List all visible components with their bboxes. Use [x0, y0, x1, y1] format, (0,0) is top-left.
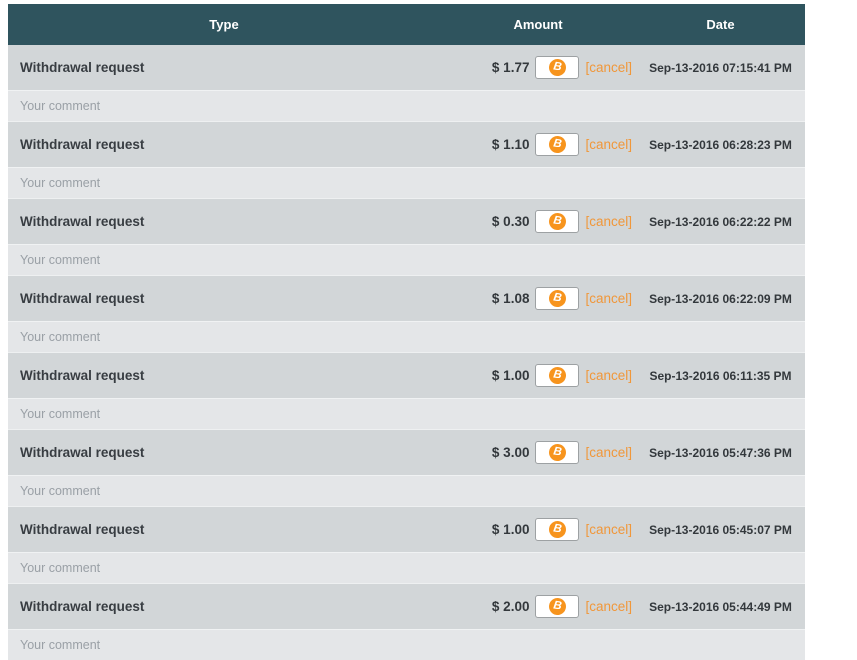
table-row: Withdrawal request $ 1.10 B [cancel] Sep…: [8, 121, 805, 167]
comment-placeholder: Your comment: [20, 253, 101, 267]
cancel-link[interactable]: [cancel]: [585, 214, 632, 229]
cancel-link[interactable]: [cancel]: [585, 60, 632, 75]
transaction-type-label: Withdrawal request: [20, 445, 145, 460]
transaction-type-label: Withdrawal request: [20, 137, 145, 152]
bitcoin-icon: B: [547, 442, 568, 463]
amount-value: $ 1.00: [491, 522, 530, 537]
bitcoin-icon: B: [547, 57, 568, 78]
amount-value: $ 1.00: [491, 368, 530, 383]
amount-value: $ 0.30: [491, 214, 530, 229]
table-body: Withdrawal request $ 1.77 B [cancel] Sep…: [8, 45, 805, 660]
amount-value: $ 3.00: [491, 445, 530, 460]
bitcoin-icon: B: [547, 519, 568, 540]
transactions-table: Type Amount Date Withdrawal request $ 1.…: [8, 4, 805, 660]
bitcoin-payment-button[interactable]: B: [535, 287, 580, 310]
bitcoin-icon: B: [547, 211, 568, 232]
bitcoin-payment-button[interactable]: B: [535, 441, 580, 464]
bitcoin-icon: B: [547, 596, 568, 617]
bitcoin-icon: B: [547, 288, 568, 309]
transaction-date: Sep-13-2016 06:22:22 PM: [649, 214, 792, 229]
table-row: Withdrawal request $ 1.08 B [cancel] Sep…: [8, 275, 805, 321]
bitcoin-payment-button[interactable]: B: [535, 56, 580, 79]
comment-placeholder: Your comment: [20, 99, 101, 113]
cancel-link[interactable]: [cancel]: [585, 368, 632, 383]
bitcoin-payment-button[interactable]: B: [535, 133, 580, 156]
amount-value: $ 1.77: [491, 60, 530, 75]
amount-cell: $ 1.10 B [cancel]: [440, 133, 636, 156]
column-header-amount: Amount: [513, 17, 563, 32]
column-header-date: Date: [706, 17, 735, 32]
transaction-type-label: Withdrawal request: [20, 522, 145, 537]
transaction-type-label: Withdrawal request: [20, 60, 145, 75]
comment-row: Your comment: [8, 629, 805, 660]
table-row: Withdrawal request $ 2.00 B [cancel] Sep…: [8, 583, 805, 629]
amount-cell: $ 2.00 B [cancel]: [440, 595, 636, 618]
table-row: Withdrawal request $ 0.30 B [cancel] Sep…: [8, 198, 805, 244]
comment-placeholder: Your comment: [20, 330, 101, 344]
transaction-date: Sep-13-2016 05:44:49 PM: [649, 599, 792, 614]
comment-row: Your comment: [8, 167, 805, 198]
table-row: Withdrawal request $ 1.77 B [cancel] Sep…: [8, 45, 805, 90]
bitcoin-payment-button[interactable]: B: [535, 595, 580, 618]
comment-row: Your comment: [8, 475, 805, 506]
comment-row: Your comment: [8, 321, 805, 352]
transaction-type-label: Withdrawal request: [20, 214, 145, 229]
bitcoin-icon: B: [547, 134, 568, 155]
amount-value: $ 1.08: [491, 291, 530, 306]
transaction-date: Sep-13-2016 06:22:09 PM: [649, 291, 792, 306]
amount-cell: $ 0.30 B [cancel]: [440, 210, 636, 233]
bitcoin-payment-button[interactable]: B: [535, 210, 580, 233]
transaction-type-label: Withdrawal request: [20, 368, 145, 383]
cancel-link[interactable]: [cancel]: [585, 291, 632, 306]
comment-placeholder: Your comment: [20, 484, 101, 498]
comment-row: Your comment: [8, 398, 805, 429]
amount-cell: $ 1.77 B [cancel]: [440, 56, 636, 79]
amount-value: $ 2.00: [491, 599, 530, 614]
comment-row: Your comment: [8, 552, 805, 583]
table-row: Withdrawal request $ 3.00 B [cancel] Sep…: [8, 429, 805, 475]
comment-placeholder: Your comment: [20, 176, 101, 190]
transaction-date: Sep-13-2016 06:11:35 PM: [649, 368, 792, 383]
comment-placeholder: Your comment: [20, 407, 101, 421]
transaction-date: Sep-13-2016 06:28:23 PM: [649, 137, 792, 152]
cancel-link[interactable]: [cancel]: [585, 599, 632, 614]
bitcoin-icon: B: [547, 365, 568, 386]
cancel-link[interactable]: [cancel]: [585, 445, 632, 460]
amount-cell: $ 1.08 B [cancel]: [440, 287, 636, 310]
column-header-type: Type: [209, 17, 239, 32]
comment-placeholder: Your comment: [20, 638, 101, 652]
bitcoin-payment-button[interactable]: B: [535, 518, 580, 541]
transaction-date: Sep-13-2016 05:45:07 PM: [649, 522, 792, 537]
amount-cell: $ 1.00 B [cancel]: [440, 518, 636, 541]
transaction-date: Sep-13-2016 05:47:36 PM: [649, 445, 792, 460]
table-row: Withdrawal request $ 1.00 B [cancel] Sep…: [8, 352, 805, 398]
transaction-type-label: Withdrawal request: [20, 599, 145, 614]
comment-row: Your comment: [8, 244, 805, 275]
comment-placeholder: Your comment: [20, 561, 101, 575]
transaction-date: Sep-13-2016 07:15:41 PM: [649, 60, 792, 75]
table-header: Type Amount Date: [8, 4, 805, 45]
comment-row: Your comment: [8, 90, 805, 121]
table-row: Withdrawal request $ 1.00 B [cancel] Sep…: [8, 506, 805, 552]
transaction-type-label: Withdrawal request: [20, 291, 145, 306]
cancel-link[interactable]: [cancel]: [585, 137, 632, 152]
amount-cell: $ 3.00 B [cancel]: [440, 441, 636, 464]
amount-cell: $ 1.00 B [cancel]: [440, 364, 636, 387]
cancel-link[interactable]: [cancel]: [585, 522, 632, 537]
amount-value: $ 1.10: [491, 137, 530, 152]
bitcoin-payment-button[interactable]: B: [535, 364, 580, 387]
